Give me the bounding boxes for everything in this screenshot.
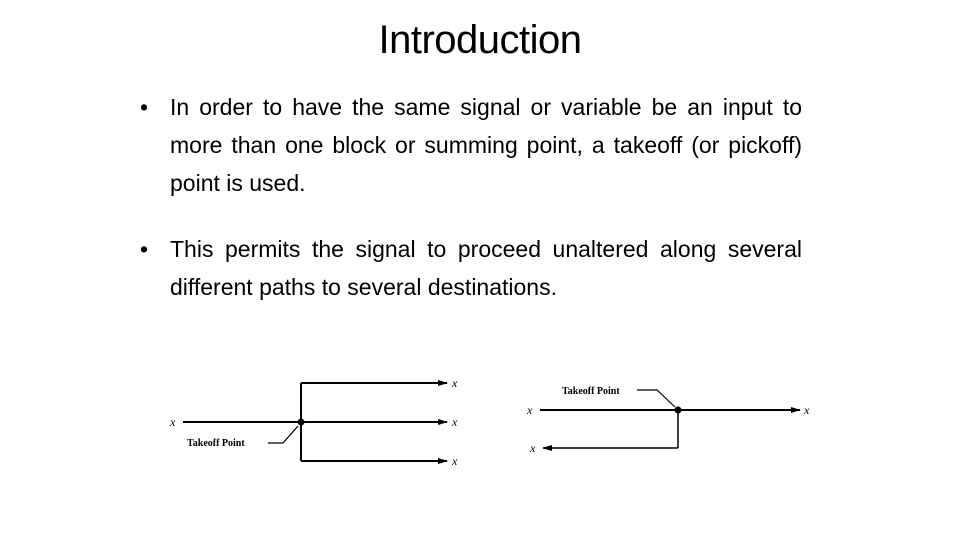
right-input-label: x [526, 403, 533, 417]
right-takeoff-label: Takeoff Point [562, 386, 620, 397]
left-output-label-top: x [451, 376, 458, 390]
left-takeoff-leader [268, 425, 299, 444]
left-output-label-middle: x [451, 415, 458, 429]
right-takeoff-point-dot [674, 406, 682, 414]
left-takeoff-label: Takeoff Point [187, 438, 245, 449]
right-diagram: x x x Takeoff Point [526, 386, 810, 455]
right-takeoff-leader [637, 389, 676, 408]
left-output-label-bottom: x [451, 454, 458, 468]
takeoff-point-diagrams: x x x x Takeoff Point x x x Takeoff Poin… [169, 376, 810, 468]
left-diagram: x x x x Takeoff Point [169, 376, 458, 468]
left-takeoff-point-dot [297, 418, 305, 426]
right-branch-label: x [529, 441, 536, 455]
right-output-label: x [803, 403, 810, 417]
left-input-label: x [169, 415, 176, 429]
